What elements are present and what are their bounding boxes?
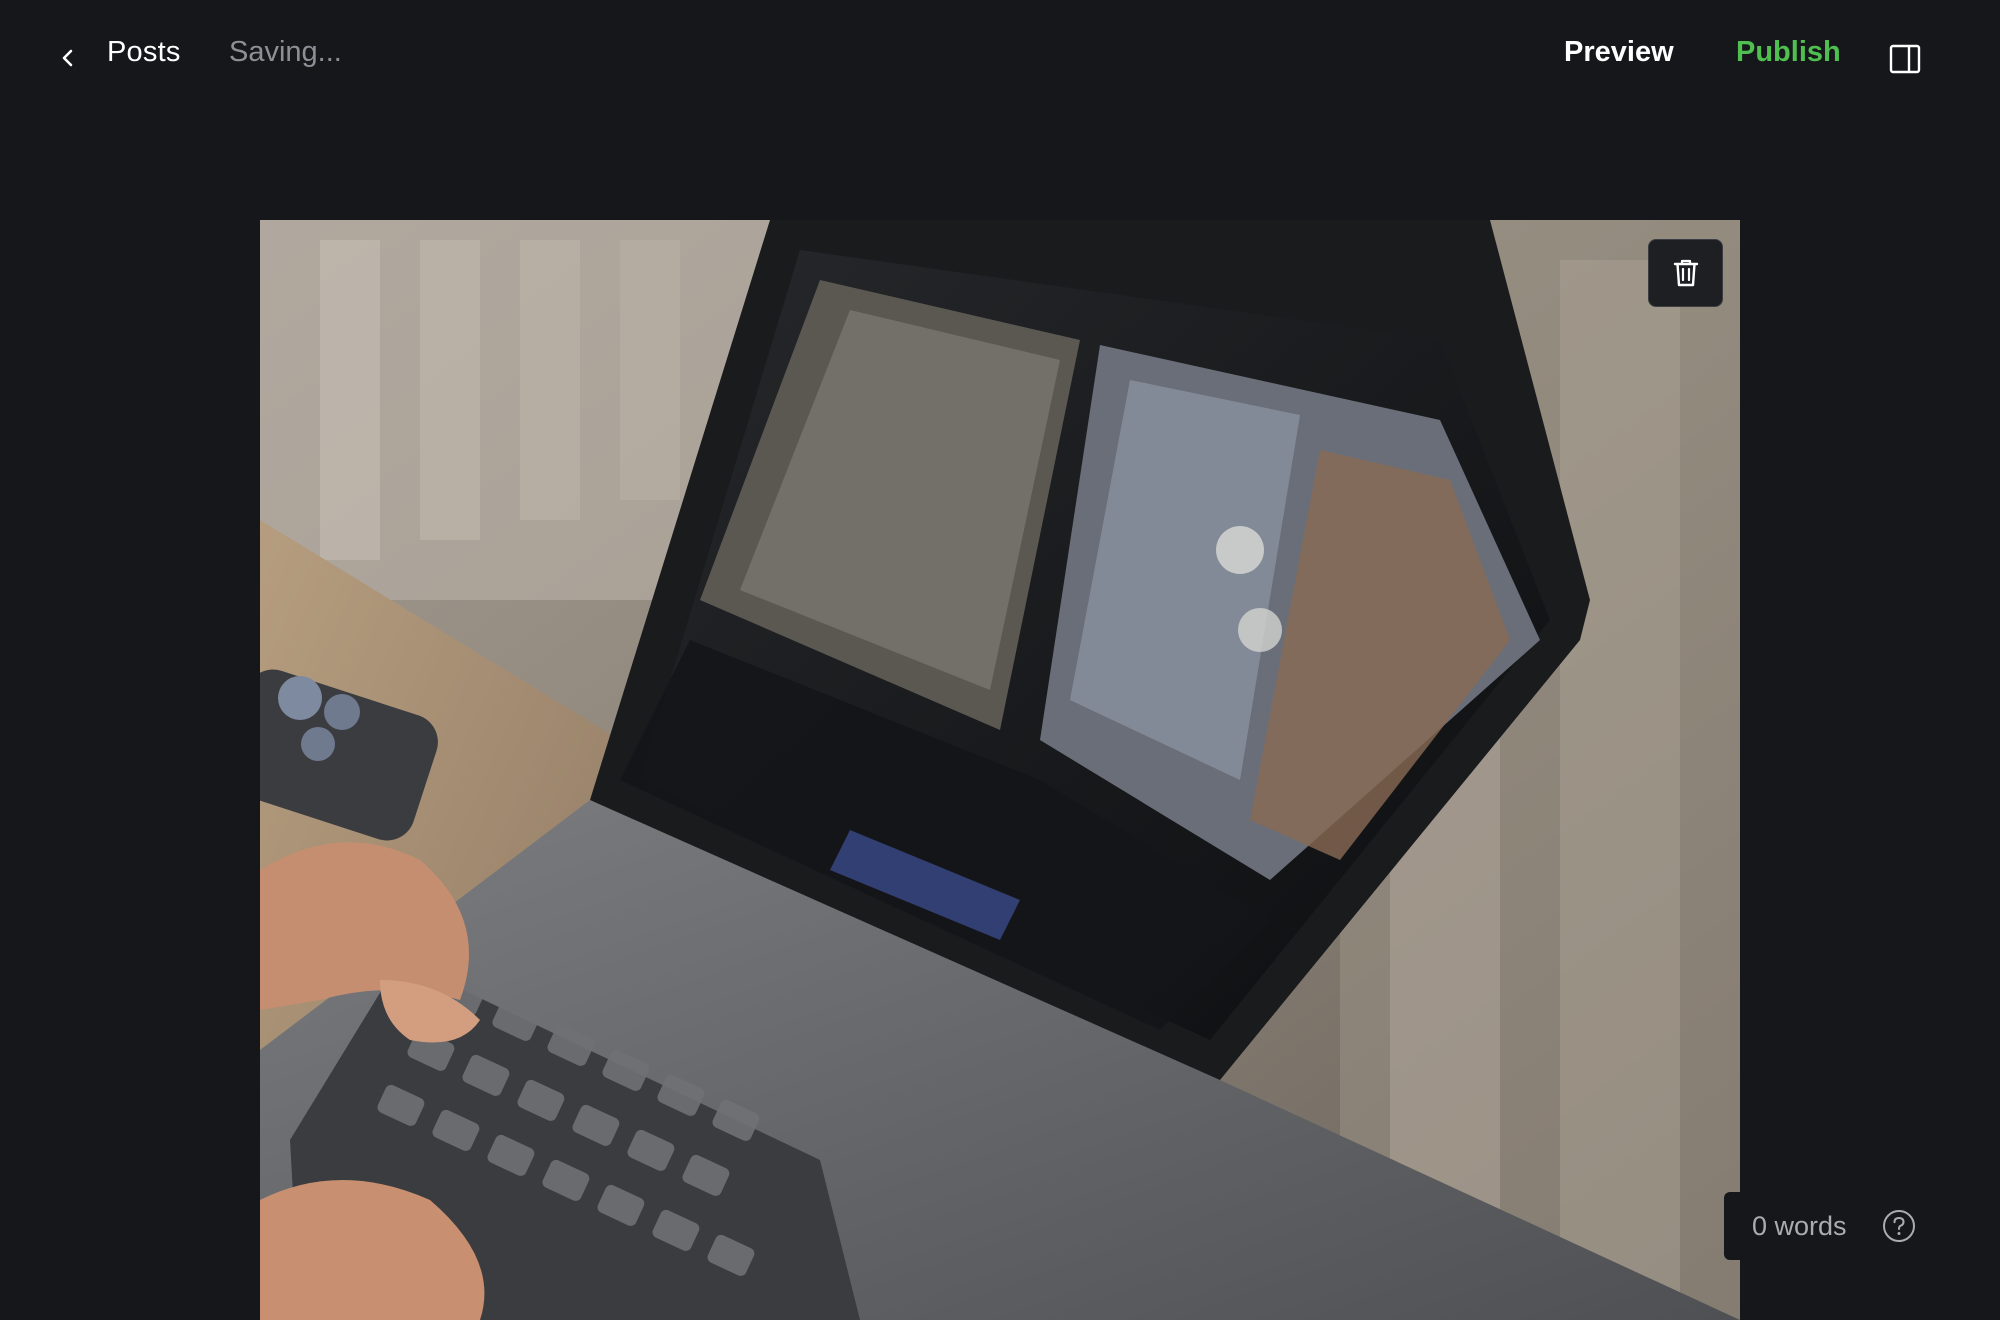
sidebar-panel-icon <box>1889 44 1921 74</box>
delete-image-button[interactable] <box>1648 239 1723 307</box>
feature-image[interactable] <box>260 220 1740 1320</box>
help-button[interactable] <box>1882 1209 1916 1243</box>
help-circle-icon <box>1883 1210 1915 1242</box>
back-button[interactable] <box>52 40 84 76</box>
posts-link[interactable]: Posts <box>107 36 181 69</box>
publish-button[interactable]: Publish <box>1736 36 1841 69</box>
feature-photo <box>260 220 1740 1320</box>
sidebar-toggle-button[interactable] <box>1888 42 1922 76</box>
word-count: 0 words <box>1752 1211 1847 1241</box>
trash-icon <box>1673 259 1698 287</box>
editor-header: Posts Saving... Preview Publish <box>0 0 2000 112</box>
save-status: Saving... <box>229 36 342 68</box>
chevron-left-icon <box>62 49 73 67</box>
preview-button[interactable]: Preview <box>1564 36 1674 69</box>
